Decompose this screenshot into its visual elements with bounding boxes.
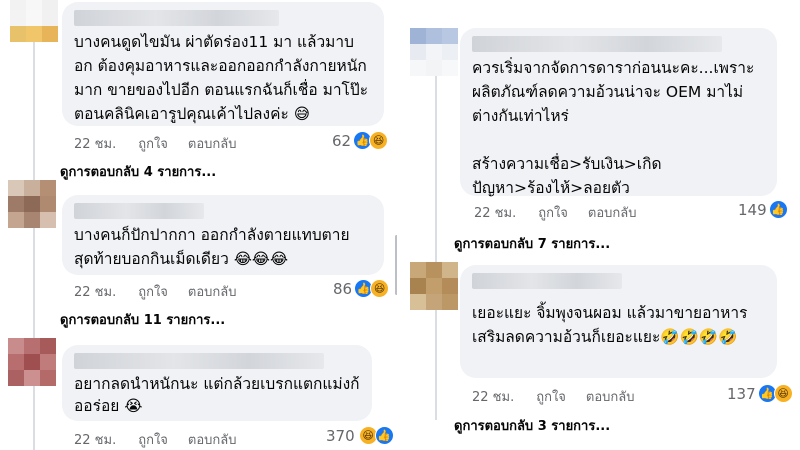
reaction-count: 86 (333, 279, 353, 298)
reply-link[interactable]: ตอบกลับ (188, 281, 237, 302)
reaction-count: 62 (332, 131, 352, 150)
left-screenshot-panel: บางคนดูดไขมัน ผ่าตัดร่อง11 มา แล้วมาบอก … (0, 0, 397, 450)
comment-text: บางคนดูดไขมัน ผ่าตัดร่อง11 มา แล้วมาบอก … (74, 33, 369, 123)
reaction-summary[interactable]: 370 😆 👍 (326, 426, 394, 445)
haha-reaction-icon: 😆 (773, 384, 793, 403)
commenter-name-blurred[interactable] (472, 36, 722, 52)
comment-actions: 22 ชม. ถูกใจ ตอบกลับ (74, 133, 237, 154)
comment-text: เยอะแยะ จิ้มพุงจนผอม แล้วมาขายอาหารเสริม… (472, 304, 748, 346)
comment-bubble: อยากลดนำหนักนะ แต่กล้วยเบรกแตกแม่งก้ออร่… (62, 345, 372, 421)
comment-time[interactable]: 22 ชม. (74, 133, 116, 154)
view-replies-link[interactable]: ดูการตอบกลับ 4 รายการ... (60, 161, 216, 182)
thread-connector-line (435, 60, 437, 420)
reply-link[interactable]: ตอบกลับ (586, 386, 635, 407)
reaction-summary[interactable]: 137 👍 😆 (727, 384, 793, 403)
reaction-count: 149 (738, 200, 767, 219)
comment-time[interactable]: 22 ชม. (74, 429, 116, 450)
avatar[interactable] (10, 0, 58, 42)
view-replies-link[interactable]: ดูการตอบกลับ 7 รายการ... (454, 233, 610, 254)
comment-time[interactable]: 22 ชม. (74, 281, 116, 302)
view-replies-link[interactable]: ดูการตอบกลับ 11 รายการ... (60, 309, 225, 330)
like-link[interactable]: ถูกใจ (138, 281, 168, 302)
reaction-count: 137 (727, 384, 756, 403)
reply-link[interactable]: ตอบกลับ (188, 133, 237, 154)
like-link[interactable]: ถูกใจ (138, 133, 168, 154)
reaction-count: 370 (326, 426, 355, 445)
comment-actions: 22 ชม. ถูกใจ ตอบกลับ (74, 281, 237, 302)
like-reaction-icon: 👍 (768, 200, 788, 219)
reply-link[interactable]: ตอบกลับ (588, 202, 637, 223)
comment-text: ควรเริ่มจากจัดการดาราก่อนนะคะ...เพราะผลิ… (472, 59, 755, 197)
comment-bubble: ควรเริ่มจากจัดการดาราก่อนนะคะ...เพราะผลิ… (460, 28, 777, 197)
comment-time[interactable]: 22 ชม. (472, 386, 514, 407)
comment-actions: 22 ชม. ถูกใจ ตอบกลับ (472, 386, 635, 407)
haha-reaction-icon: 😆 (370, 279, 390, 298)
like-reaction-icon: 👍 (374, 426, 394, 445)
avatar[interactable] (410, 262, 458, 310)
comment-actions: 22 ชม. ถูกใจ ตอบกลับ (74, 429, 237, 450)
thread-connector-line (33, 40, 35, 450)
reaction-summary[interactable]: 149 👍 (738, 200, 788, 219)
commenter-name-blurred[interactable] (74, 203, 204, 219)
like-link[interactable]: ถูกใจ (538, 202, 568, 223)
reply-link[interactable]: ตอบกลับ (188, 429, 237, 450)
like-link[interactable]: ถูกใจ (536, 386, 566, 407)
comment-bubble: บางคนดูดไขมัน ผ่าตัดร่อง11 มา แล้วมาบอก … (62, 2, 384, 126)
commenter-name-blurred[interactable] (472, 273, 622, 289)
comment-bubble: บางคนก็ปักปากกา ออกกำลังตายแทบตาย สุดท้า… (62, 195, 384, 275)
comment-text: บางคนก็ปักปากกา ออกกำลังตายแทบตาย สุดท้า… (74, 226, 355, 268)
comment-text: อยากลดนำหนักนะ แต่กล้วยเบรกแตกแม่งก้ออร่… (74, 375, 360, 415)
comment-actions: 22 ชม. ถูกใจ ตอบกลับ (474, 202, 637, 223)
haha-reaction-icon: 😆 (369, 131, 389, 150)
avatar[interactable] (8, 338, 56, 386)
comment-bubble: เยอะแยะ จิ้มพุงจนผอม แล้วมาขายอาหารเสริม… (460, 265, 777, 378)
view-replies-link[interactable]: ดูการตอบกลับ 3 รายการ... (454, 415, 610, 436)
like-link[interactable]: ถูกใจ (138, 429, 168, 450)
reaction-summary[interactable]: 86 👍 😆 (333, 279, 390, 298)
avatar[interactable] (8, 180, 56, 228)
right-screenshot-panel: ควรเริ่มจากจัดการดาราก่อนนะคะ...เพราะผลิ… (402, 0, 800, 450)
avatar[interactable] (410, 28, 458, 76)
comment-time[interactable]: 22 ชม. (474, 202, 516, 223)
commenter-name-blurred[interactable] (74, 10, 279, 26)
reaction-summary[interactable]: 62 👍 😆 (332, 131, 389, 150)
commenter-name-blurred[interactable] (74, 353, 324, 369)
